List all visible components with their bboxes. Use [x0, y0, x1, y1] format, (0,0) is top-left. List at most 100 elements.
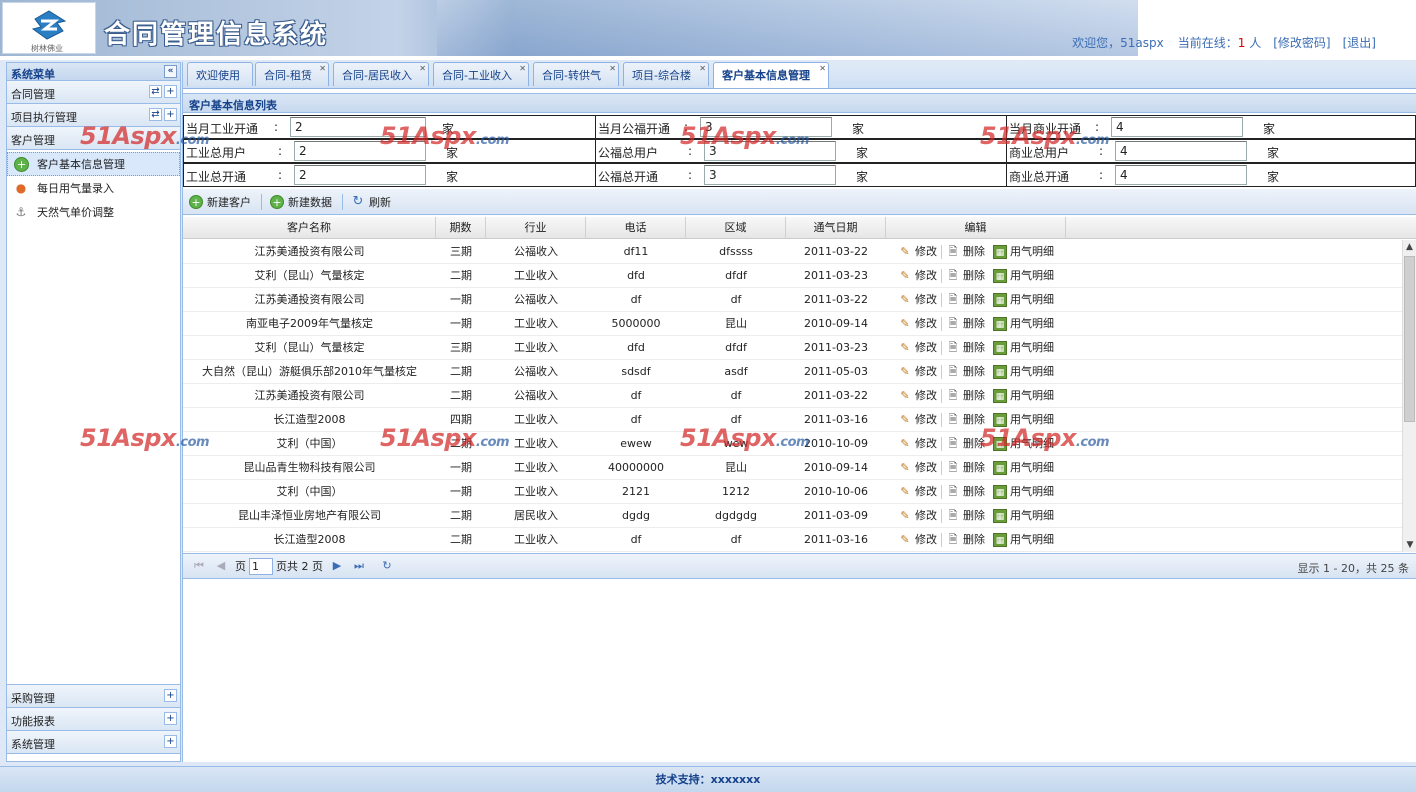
sidebar-section-purchase[interactable]: 采购管理 +: [7, 685, 180, 708]
first-page-icon[interactable]: ⏮: [191, 558, 207, 574]
refresh-icon[interactable]: ↻: [379, 558, 395, 574]
tab-contract-lease[interactable]: 合同-租赁 ✕: [255, 62, 329, 86]
sidebar-section-system[interactable]: 系统管理 +: [7, 731, 180, 754]
collapse-sidebar-icon[interactable]: «: [164, 65, 177, 78]
close-icon[interactable]: ✕: [699, 64, 706, 73]
delete-button[interactable]: 🗎 删除: [946, 432, 985, 456]
tab-project-complex[interactable]: 项目-综合楼 ✕: [623, 62, 709, 86]
delete-button[interactable]: 🗎 删除: [946, 240, 985, 264]
expand-icon[interactable]: +: [164, 108, 177, 121]
stat-input[interactable]: 2: [290, 117, 426, 137]
close-icon[interactable]: ✕: [609, 64, 616, 73]
stat-input[interactable]: 4: [1111, 117, 1243, 137]
column-header-date[interactable]: 通气日期: [786, 217, 886, 239]
expand-icon[interactable]: +: [164, 689, 177, 702]
edit-button[interactable]: ✎ 修改: [898, 288, 937, 312]
scroll-thumb[interactable]: [1404, 256, 1415, 422]
change-password-link[interactable]: [修改密码]: [1273, 36, 1330, 50]
gas-detail-button[interactable]: ▦ 用气明细: [993, 384, 1054, 408]
tab-contract-resident[interactable]: 合同-居民收入 ✕: [333, 62, 429, 86]
column-header-name[interactable]: 客户名称: [183, 217, 436, 239]
table-row[interactable]: 长江造型2008 四期 工业收入 df df 2011-03-16 ✎ 修改 🗎 删除 ▦ 用气明细: [183, 408, 1403, 432]
edit-button[interactable]: ✎ 修改: [898, 408, 937, 432]
table-row[interactable]: 江苏美通投资有限公司 三期 公福收入 df11 dfssss 2011-03-22 ✎ 修改 🗎…: [183, 240, 1403, 264]
close-icon[interactable]: ✕: [819, 64, 826, 73]
table-row[interactable]: 大自然（昆山）游艇俱乐部2010年气量核定 二期 公福收入 sdsdf asdf 2011…: [183, 360, 1403, 384]
gas-detail-button[interactable]: ▦ 用气明细: [993, 264, 1054, 288]
sidebar-section-customer[interactable]: 客户管理: [7, 127, 180, 150]
delete-button[interactable]: 🗎 删除: [946, 480, 985, 504]
stat-input[interactable]: 3: [704, 141, 836, 161]
edit-button[interactable]: ✎ 修改: [898, 312, 937, 336]
tab-contract-industry[interactable]: 合同-工业收入 ✕: [433, 62, 529, 86]
menu-item-customer-info[interactable]: + 客户基本信息管理: [7, 152, 180, 176]
delete-button[interactable]: 🗎 删除: [946, 384, 985, 408]
delete-button[interactable]: 🗎 删除: [946, 408, 985, 432]
gas-detail-button[interactable]: ▦ 用气明细: [993, 480, 1054, 504]
column-header-phase[interactable]: 期数: [436, 217, 486, 239]
stat-input[interactable]: 2: [294, 165, 426, 185]
gas-detail-button[interactable]: ▦ 用气明细: [993, 528, 1054, 552]
refresh-icon[interactable]: ⇄: [149, 108, 162, 121]
table-row[interactable]: 艾利（中国） 二期 工业收入 ewew wew 2010-10-09 ✎ 修改 🗎 删除 ▦ 用气明细: [183, 432, 1403, 456]
refresh-icon[interactable]: ⇄: [149, 85, 162, 98]
table-row[interactable]: 长江造型2008 二期 工业收入 df df 2011-03-16 ✎ 修改 🗎 删除 ▦ 用气明细: [183, 528, 1403, 552]
gas-detail-button[interactable]: ▦ 用气明细: [993, 456, 1054, 480]
next-page-icon[interactable]: ▶: [329, 558, 345, 574]
stat-input[interactable]: 3: [700, 117, 832, 137]
sidebar-section-reports[interactable]: 功能报表 +: [7, 708, 180, 731]
column-header-edit[interactable]: 编辑: [886, 217, 1066, 239]
gas-detail-button[interactable]: ▦ 用气明细: [993, 240, 1054, 264]
grid-scrollbar[interactable]: ▲ ▼: [1402, 240, 1416, 552]
new-customer-button[interactable]: + 新建客户: [189, 194, 251, 210]
edit-button[interactable]: ✎ 修改: [898, 240, 937, 264]
gas-detail-button[interactable]: ▦ 用气明细: [993, 288, 1054, 312]
table-row[interactable]: 江苏美通投资有限公司 一期 公福收入 df df 2011-03-22 ✎ 修改 🗎 删除 ▦ 用气明…: [183, 288, 1403, 312]
refresh-button[interactable]: ↻ 刷新: [351, 194, 391, 210]
gas-detail-button[interactable]: ▦ 用气明细: [993, 360, 1054, 384]
tab-welcome[interactable]: 欢迎使用: [187, 62, 253, 86]
stat-input[interactable]: 4: [1115, 165, 1247, 185]
gas-detail-button[interactable]: ▦ 用气明细: [993, 504, 1054, 528]
stat-input[interactable]: 4: [1115, 141, 1247, 161]
column-header-phone[interactable]: 电话: [586, 217, 686, 239]
close-icon[interactable]: ✕: [519, 64, 526, 73]
table-row[interactable]: 艾利（昆山）气量核定 二期 工业收入 dfd dfdf 2011-03-23 ✎ 修改 🗎 删除 ▦…: [183, 264, 1403, 288]
close-icon[interactable]: ✕: [419, 64, 426, 73]
new-data-button[interactable]: + 新建数据: [270, 194, 332, 210]
table-row[interactable]: 江苏美通投资有限公司 二期 公福收入 df df 2011-03-22 ✎ 修改 🗎 删除 ▦ 用气明…: [183, 384, 1403, 408]
table-row[interactable]: 昆山丰泽恒业房地产有限公司 二期 居民收入 dgdg dgdgdg 2011-03-09 ✎…: [183, 504, 1403, 528]
menu-item-gas-price[interactable]: ⚓ 天然气单价调整: [7, 200, 180, 224]
sidebar-section-project[interactable]: 项目执行管理 ⇄ +: [7, 104, 180, 127]
sidebar-section-contract[interactable]: 合同管理 ⇄ +: [7, 81, 180, 104]
delete-button[interactable]: 🗎 删除: [946, 264, 985, 288]
scroll-up-icon[interactable]: ▲: [1403, 240, 1416, 254]
edit-button[interactable]: ✎ 修改: [898, 432, 937, 456]
delete-button[interactable]: 🗎 删除: [946, 504, 985, 528]
last-page-icon[interactable]: ⏭: [351, 558, 367, 574]
gas-detail-button[interactable]: ▦ 用气明细: [993, 312, 1054, 336]
delete-button[interactable]: 🗎 删除: [946, 288, 985, 312]
edit-button[interactable]: ✎ 修改: [898, 360, 937, 384]
prev-page-icon[interactable]: ◀: [213, 558, 229, 574]
gas-detail-button[interactable]: ▦ 用气明细: [993, 432, 1054, 456]
table-row[interactable]: 艾利（昆山）气量核定 三期 工业收入 dfd dfdf 2011-03-23 ✎ 修改 🗎 删除 ▦…: [183, 336, 1403, 360]
delete-button[interactable]: 🗎 删除: [946, 360, 985, 384]
page-number-input[interactable]: 1: [249, 557, 273, 575]
table-row[interactable]: 昆山品青生物科技有限公司 一期 工业收入 40000000 昆山 2010-09-14 ✎ 修…: [183, 456, 1403, 480]
edit-button[interactable]: ✎ 修改: [898, 528, 937, 552]
table-row[interactable]: 南亚电子2009年气量核定 一期 工业收入 5000000 昆山 2010-09-14 ✎ 修…: [183, 312, 1403, 336]
delete-button[interactable]: 🗎 删除: [946, 312, 985, 336]
edit-button[interactable]: ✎ 修改: [898, 336, 937, 360]
expand-icon[interactable]: +: [164, 85, 177, 98]
tab-contract-transfer[interactable]: 合同-转供气 ✕: [533, 62, 619, 86]
scroll-down-icon[interactable]: ▼: [1403, 538, 1416, 552]
delete-button[interactable]: 🗎 删除: [946, 336, 985, 360]
column-header-industry[interactable]: 行业: [486, 217, 586, 239]
delete-button[interactable]: 🗎 删除: [946, 528, 985, 552]
edit-button[interactable]: ✎ 修改: [898, 504, 937, 528]
edit-button[interactable]: ✎ 修改: [898, 384, 937, 408]
expand-icon[interactable]: +: [164, 735, 177, 748]
edit-button[interactable]: ✎ 修改: [898, 480, 937, 504]
stat-input[interactable]: 2: [294, 141, 426, 161]
